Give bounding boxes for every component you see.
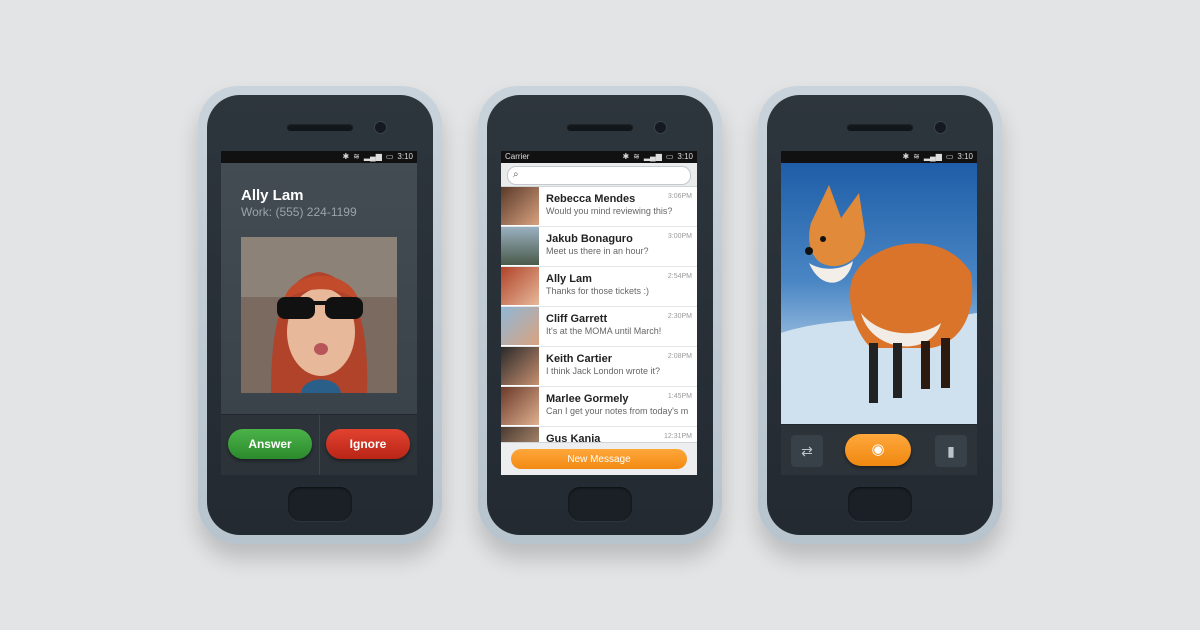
list-item[interactable]: Ally Lam Thanks for those tickets :) 2:5… bbox=[501, 267, 697, 307]
home-button[interactable] bbox=[568, 487, 632, 521]
signal-icon: ▂▄▆ bbox=[923, 152, 942, 161]
messages-screen: Carrier ✱ ≋ ▂▄▆ ▭ 3:10 ⌕ Rebecca Mendes bbox=[501, 151, 697, 475]
avatar bbox=[501, 307, 539, 345]
avatar bbox=[501, 347, 539, 385]
call-info-area: Ally Lam Work: (555) 224-1199 bbox=[221, 163, 417, 415]
bluetooth-icon: ✱ bbox=[342, 152, 350, 161]
message-time: 2:08PM bbox=[667, 353, 692, 360]
phone-speaker bbox=[567, 124, 633, 131]
search-icon: ⌕ bbox=[513, 169, 519, 180]
message-preview: It's at the MOMA until March! bbox=[546, 326, 662, 336]
contact-name: Keith Cartier bbox=[546, 353, 613, 365]
bluetooth-icon: ✱ bbox=[902, 152, 910, 161]
phone-speaker bbox=[287, 124, 353, 131]
list-item[interactable]: Cliff Garrett It's at the MOMA until Mar… bbox=[501, 307, 697, 347]
call-screen: ✱ ≋ ▂▄▆ ▭ 3:10 Ally Lam Work: (555) 224-… bbox=[221, 151, 417, 475]
carrier-label: Carrier bbox=[505, 152, 530, 161]
battery-icon: ▭ bbox=[385, 152, 394, 161]
contact-name: Marlee Gormely bbox=[546, 393, 629, 405]
caller-name: Ally Lam bbox=[241, 187, 304, 204]
front-camera bbox=[655, 122, 666, 133]
message-time: 12:31PM bbox=[663, 433, 692, 440]
contact-name: Jakub Bonaguro bbox=[546, 233, 633, 245]
avatar bbox=[501, 187, 539, 225]
phone-messages: Carrier ✱ ≋ ▂▄▆ ▭ 3:10 ⌕ Rebecca Mendes bbox=[478, 86, 722, 544]
wifi-icon: ≋ bbox=[633, 152, 640, 161]
avatar bbox=[501, 387, 539, 425]
switch-camera-icon[interactable]: ⇄ bbox=[791, 435, 823, 467]
video-mode-icon[interactable]: ▮ bbox=[935, 435, 967, 467]
caller-number: Work: (555) 224-1199 bbox=[241, 205, 357, 219]
phone-body: ✱ ≋ ▂▄▆ ▭ 3:10 ⇄ ◉ ▮ bbox=[767, 95, 993, 535]
message-time: 3:06PM bbox=[667, 193, 692, 200]
avatar bbox=[501, 267, 539, 305]
divider bbox=[319, 415, 320, 475]
status-time: 3:10 bbox=[957, 152, 973, 161]
bluetooth-icon: ✱ bbox=[622, 152, 630, 161]
battery-icon: ▭ bbox=[665, 152, 674, 161]
front-camera bbox=[935, 122, 946, 133]
message-time: 1:45PM bbox=[667, 393, 692, 400]
message-preview: I think Jack London wrote it? bbox=[546, 366, 661, 376]
message-time: 3:00PM bbox=[667, 233, 692, 240]
ignore-button[interactable]: Ignore bbox=[326, 429, 410, 459]
avatar bbox=[501, 427, 539, 443]
message-preview: Can I get your notes from today's m bbox=[546, 406, 689, 416]
battery-icon: ▭ bbox=[945, 152, 954, 161]
message-preview: Would you mind reviewing this? bbox=[546, 206, 673, 216]
list-item[interactable]: Keith Cartier I think Jack London wrote … bbox=[501, 347, 697, 387]
list-item[interactable]: Gus Kania 12:31PM bbox=[501, 427, 697, 443]
list-item[interactable]: Rebecca Mendes Would you mind reviewing … bbox=[501, 187, 697, 227]
status-bar: ✱ ≋ ▂▄▆ ▭ 3:10 bbox=[221, 151, 417, 163]
home-button[interactable] bbox=[848, 487, 912, 521]
contact-name: Ally Lam bbox=[546, 273, 592, 285]
new-message-bar: New Message bbox=[501, 442, 697, 475]
avatar bbox=[501, 227, 539, 265]
message-preview: Thanks for those tickets :) bbox=[546, 286, 650, 296]
home-button[interactable] bbox=[288, 487, 352, 521]
phone-camera: ✱ ≋ ▂▄▆ ▭ 3:10 ⇄ ◉ ▮ bbox=[758, 86, 1002, 544]
search-bar: ⌕ bbox=[501, 163, 697, 187]
phone-body: ✱ ≋ ▂▄▆ ▭ 3:10 Ally Lam Work: (555) 224-… bbox=[207, 95, 433, 535]
caller-photo bbox=[241, 237, 397, 393]
status-bar: ✱ ≋ ▂▄▆ ▭ 3:10 bbox=[781, 151, 977, 163]
message-time: 2:30PM bbox=[667, 313, 692, 320]
phone-speaker bbox=[847, 124, 913, 131]
status-time: 3:10 bbox=[397, 152, 413, 161]
phone-body: Carrier ✱ ≋ ▂▄▆ ▭ 3:10 ⌕ Rebecca Mendes bbox=[487, 95, 713, 535]
message-time: 2:54PM bbox=[667, 273, 692, 280]
status-bar: Carrier ✱ ≋ ▂▄▆ ▭ 3:10 bbox=[501, 151, 697, 163]
wifi-icon: ≋ bbox=[913, 152, 920, 161]
message-list: Rebecca Mendes Would you mind reviewing … bbox=[501, 187, 697, 443]
camera-controls: ⇄ ◉ ▮ bbox=[781, 424, 977, 475]
search-input[interactable]: ⌕ bbox=[507, 166, 691, 185]
status-time: 3:10 bbox=[677, 152, 693, 161]
wifi-icon: ≋ bbox=[353, 152, 360, 161]
phone-incoming-call: ✱ ≋ ▂▄▆ ▭ 3:10 Ally Lam Work: (555) 224-… bbox=[198, 86, 442, 544]
contact-name: Rebecca Mendes bbox=[546, 193, 636, 205]
message-preview: Meet us there in an hour? bbox=[546, 246, 649, 256]
contact-name: Cliff Garrett bbox=[546, 313, 608, 325]
camera-icon[interactable]: ◉ bbox=[845, 434, 911, 466]
front-camera bbox=[375, 122, 386, 133]
camera-viewfinder[interactable] bbox=[781, 163, 977, 425]
list-item[interactable]: Marlee Gormely Can I get your notes from… bbox=[501, 387, 697, 427]
signal-icon: ▂▄▆ bbox=[363, 152, 382, 161]
answer-button[interactable]: Answer bbox=[228, 429, 312, 459]
list-item[interactable]: Jakub Bonaguro Meet us there in an hour?… bbox=[501, 227, 697, 267]
camera-screen: ✱ ≋ ▂▄▆ ▭ 3:10 ⇄ ◉ ▮ bbox=[781, 151, 977, 475]
call-action-bar: Answer Ignore bbox=[221, 414, 417, 475]
signal-icon: ▂▄▆ bbox=[643, 152, 662, 161]
new-message-button[interactable]: New Message bbox=[511, 449, 687, 469]
